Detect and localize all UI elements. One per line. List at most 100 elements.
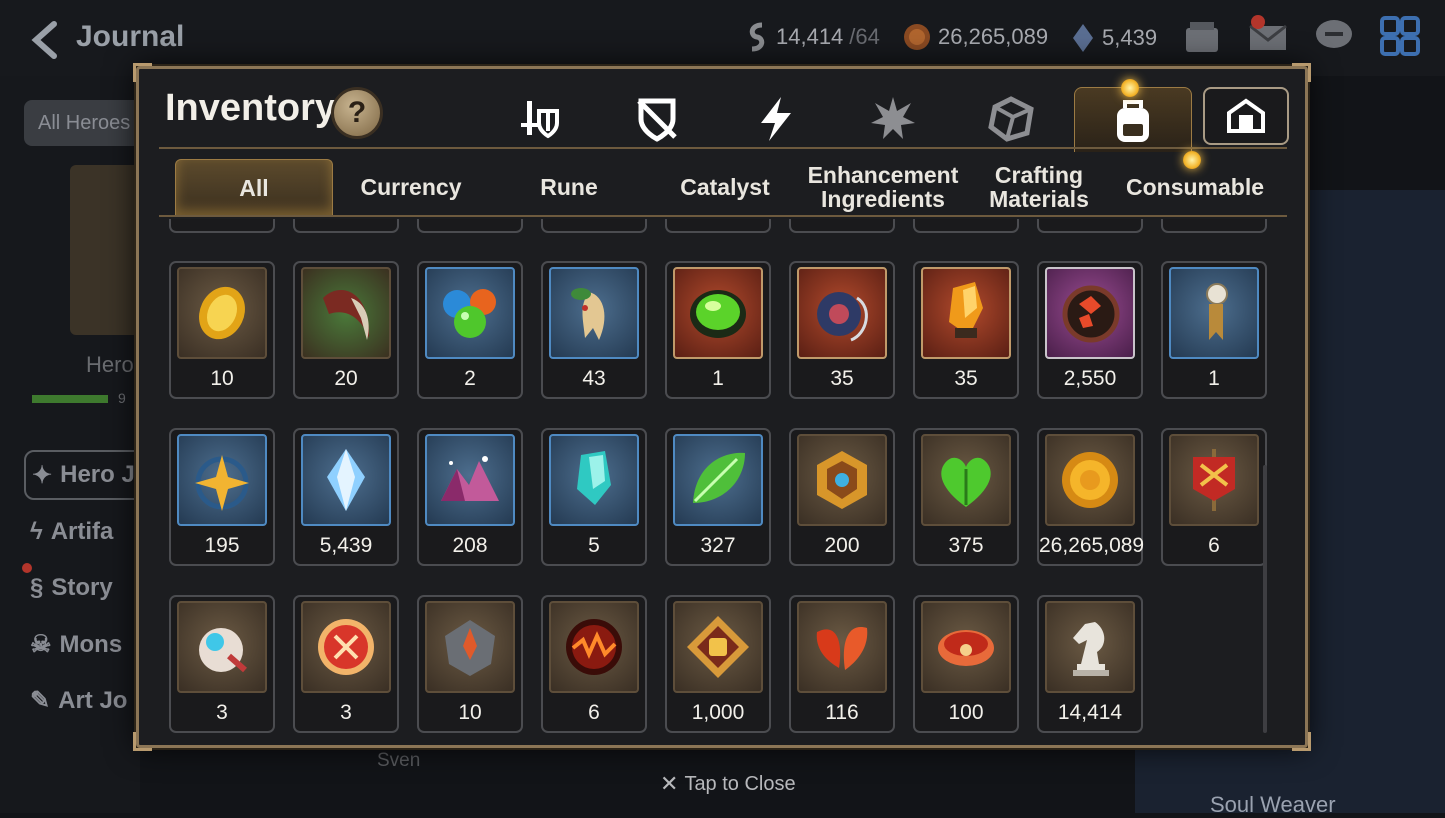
tab-currency[interactable]: Currency [333, 159, 489, 215]
sidebar-item-monster[interactable]: ☠ Mons [30, 630, 122, 659]
inventory-item[interactable]: 5,439 [293, 428, 399, 566]
item-count: 10 [210, 367, 234, 390]
inventory-item[interactable]: 10 [789, 219, 895, 233]
inventory-item[interactable]: 6 [1161, 428, 1267, 566]
inventory-item[interactable]: 1,000 [665, 595, 771, 733]
inventory-item[interactable]: 5 [541, 428, 647, 566]
tab-catalyst[interactable]: Catalyst [647, 159, 803, 215]
inventory-item[interactable]: 2,550 [1037, 261, 1143, 399]
chat-icon[interactable] [1312, 14, 1356, 58]
inventory-item[interactable]: 20 [293, 261, 399, 399]
inventory-item[interactable]: 26,265,089 [1037, 428, 1145, 566]
item-count: 195 [204, 534, 240, 557]
inventory-item[interactable]: 1 [293, 219, 399, 233]
inventory-item[interactable]: 327 [665, 428, 771, 566]
robot-pet-icon [199, 628, 247, 673]
mail-icon[interactable] [1246, 14, 1290, 58]
inventory-item[interactable]: 100 [913, 595, 1019, 733]
item-count: 1,000 [691, 701, 745, 724]
inventory-item[interactable]: 1 [1161, 261, 1267, 399]
tab-artifact[interactable] [629, 91, 685, 147]
tab-equipment[interactable] [511, 91, 567, 147]
gold-coin-icon [904, 24, 930, 50]
class-label: Soul Weaver [1210, 792, 1336, 817]
sidebar-item-art-journal[interactable]: ✎ Art Jo [30, 686, 127, 715]
inventory-item[interactable]: 2 [417, 261, 523, 399]
tab-material[interactable] [983, 91, 1039, 147]
monster-icon: ☠ [30, 631, 52, 658]
back-arrow-icon[interactable] [26, 20, 66, 60]
item-count: 1 [1208, 367, 1220, 390]
bookmark-icon [1206, 283, 1228, 340]
inventory-item[interactable]: 20 [665, 219, 771, 233]
tab-skill[interactable] [747, 91, 803, 147]
tab-rune[interactable] [865, 91, 921, 147]
inventory-item[interactable]: 2 [417, 219, 523, 233]
sidebar-item-artifact[interactable]: ϟ Artifa [30, 518, 113, 546]
green-heart-icon [941, 457, 991, 507]
divider [159, 147, 1287, 149]
item-count: 5,439 [319, 534, 373, 557]
scrollbar[interactable] [1263, 465, 1267, 733]
item-frame [425, 434, 515, 526]
inventory-item[interactable]: 208 [417, 428, 523, 566]
item-frame [425, 601, 515, 693]
inventory-item[interactable]: 10 [541, 219, 647, 233]
item-frame [301, 601, 391, 693]
tab-rune-items[interactable]: Rune [491, 159, 647, 215]
inventory-item[interactable]: 10 [1037, 219, 1143, 233]
inventory-item[interactable]: 35 [913, 261, 1019, 399]
item-count: 35 [830, 367, 854, 390]
tab-crafting-materials[interactable]: Crafting Materials [961, 159, 1117, 215]
chess-knight-icon [1073, 622, 1109, 676]
inventory-item[interactable]: 375 [913, 428, 1019, 566]
sidebar-item-story[interactable]: § Story [30, 574, 113, 602]
item-count: 200 [824, 534, 860, 557]
storage-button[interactable] [1203, 87, 1289, 145]
item-count: 208 [452, 534, 488, 557]
skystone-counter: 5,439 [1070, 22, 1157, 54]
tab-inventory[interactable] [1074, 87, 1192, 152]
inventory-item[interactable]: 10 [169, 261, 275, 399]
hero-label: Hero [86, 352, 134, 377]
page-title: Journal [76, 20, 185, 53]
inventory-item[interactable]: 3 [293, 595, 399, 733]
inventory-item[interactable]: 14,414 [1037, 595, 1143, 733]
item-count: 26,265,089 [1039, 534, 1145, 557]
hero-filter-button[interactable]: All Heroes [24, 100, 144, 146]
palette-icon: ✎ [30, 687, 51, 714]
inventory-item[interactable]: 2 [169, 219, 275, 233]
item-frame [177, 601, 267, 693]
tab-enhancement-ingredients[interactable]: Enhancement Ingredients [803, 159, 963, 215]
inventory-item[interactable]: 43 [541, 261, 647, 399]
item-count: 116 [825, 701, 859, 724]
menu-grid-icon[interactable] [1378, 14, 1422, 58]
inventory-item[interactable]: 116 [789, 595, 895, 733]
shop-icon[interactable] [1180, 14, 1224, 58]
inventory-item[interactable]: 10 [913, 219, 1019, 233]
item-count: 20 [334, 367, 358, 390]
stone-rune-icon [445, 620, 495, 676]
help-button[interactable]: ? [331, 87, 383, 139]
sidebar-item-hero-journal[interactable]: ✦ Hero J [24, 450, 154, 500]
item-frame [1169, 267, 1259, 359]
inventory-item[interactable]: 10 [1161, 219, 1267, 233]
inventory-item[interactable]: 10 [417, 595, 523, 733]
item-frame [921, 267, 1011, 359]
item-frame [549, 434, 639, 526]
item-count: 35 [954, 367, 978, 390]
inventory-item[interactable]: 195 [169, 428, 275, 566]
inventory-item[interactable]: 200 [789, 428, 895, 566]
tab-all[interactable]: All [175, 159, 333, 216]
tap-to-close-button[interactable]: ✕ Tap to Close [660, 771, 796, 797]
divider [159, 215, 1287, 217]
inventory-item[interactable]: 3 [169, 595, 275, 733]
lightning-icon: ϟ [30, 518, 43, 545]
skystone-value: 5,439 [1102, 25, 1158, 50]
skystone-icon [327, 449, 365, 511]
inventory-item[interactable]: 1 [665, 261, 771, 399]
inventory-item[interactable]: 35 [789, 261, 895, 399]
item-frame [921, 434, 1011, 526]
cube-icon [988, 96, 1034, 142]
inventory-item[interactable]: 6 [541, 595, 647, 733]
